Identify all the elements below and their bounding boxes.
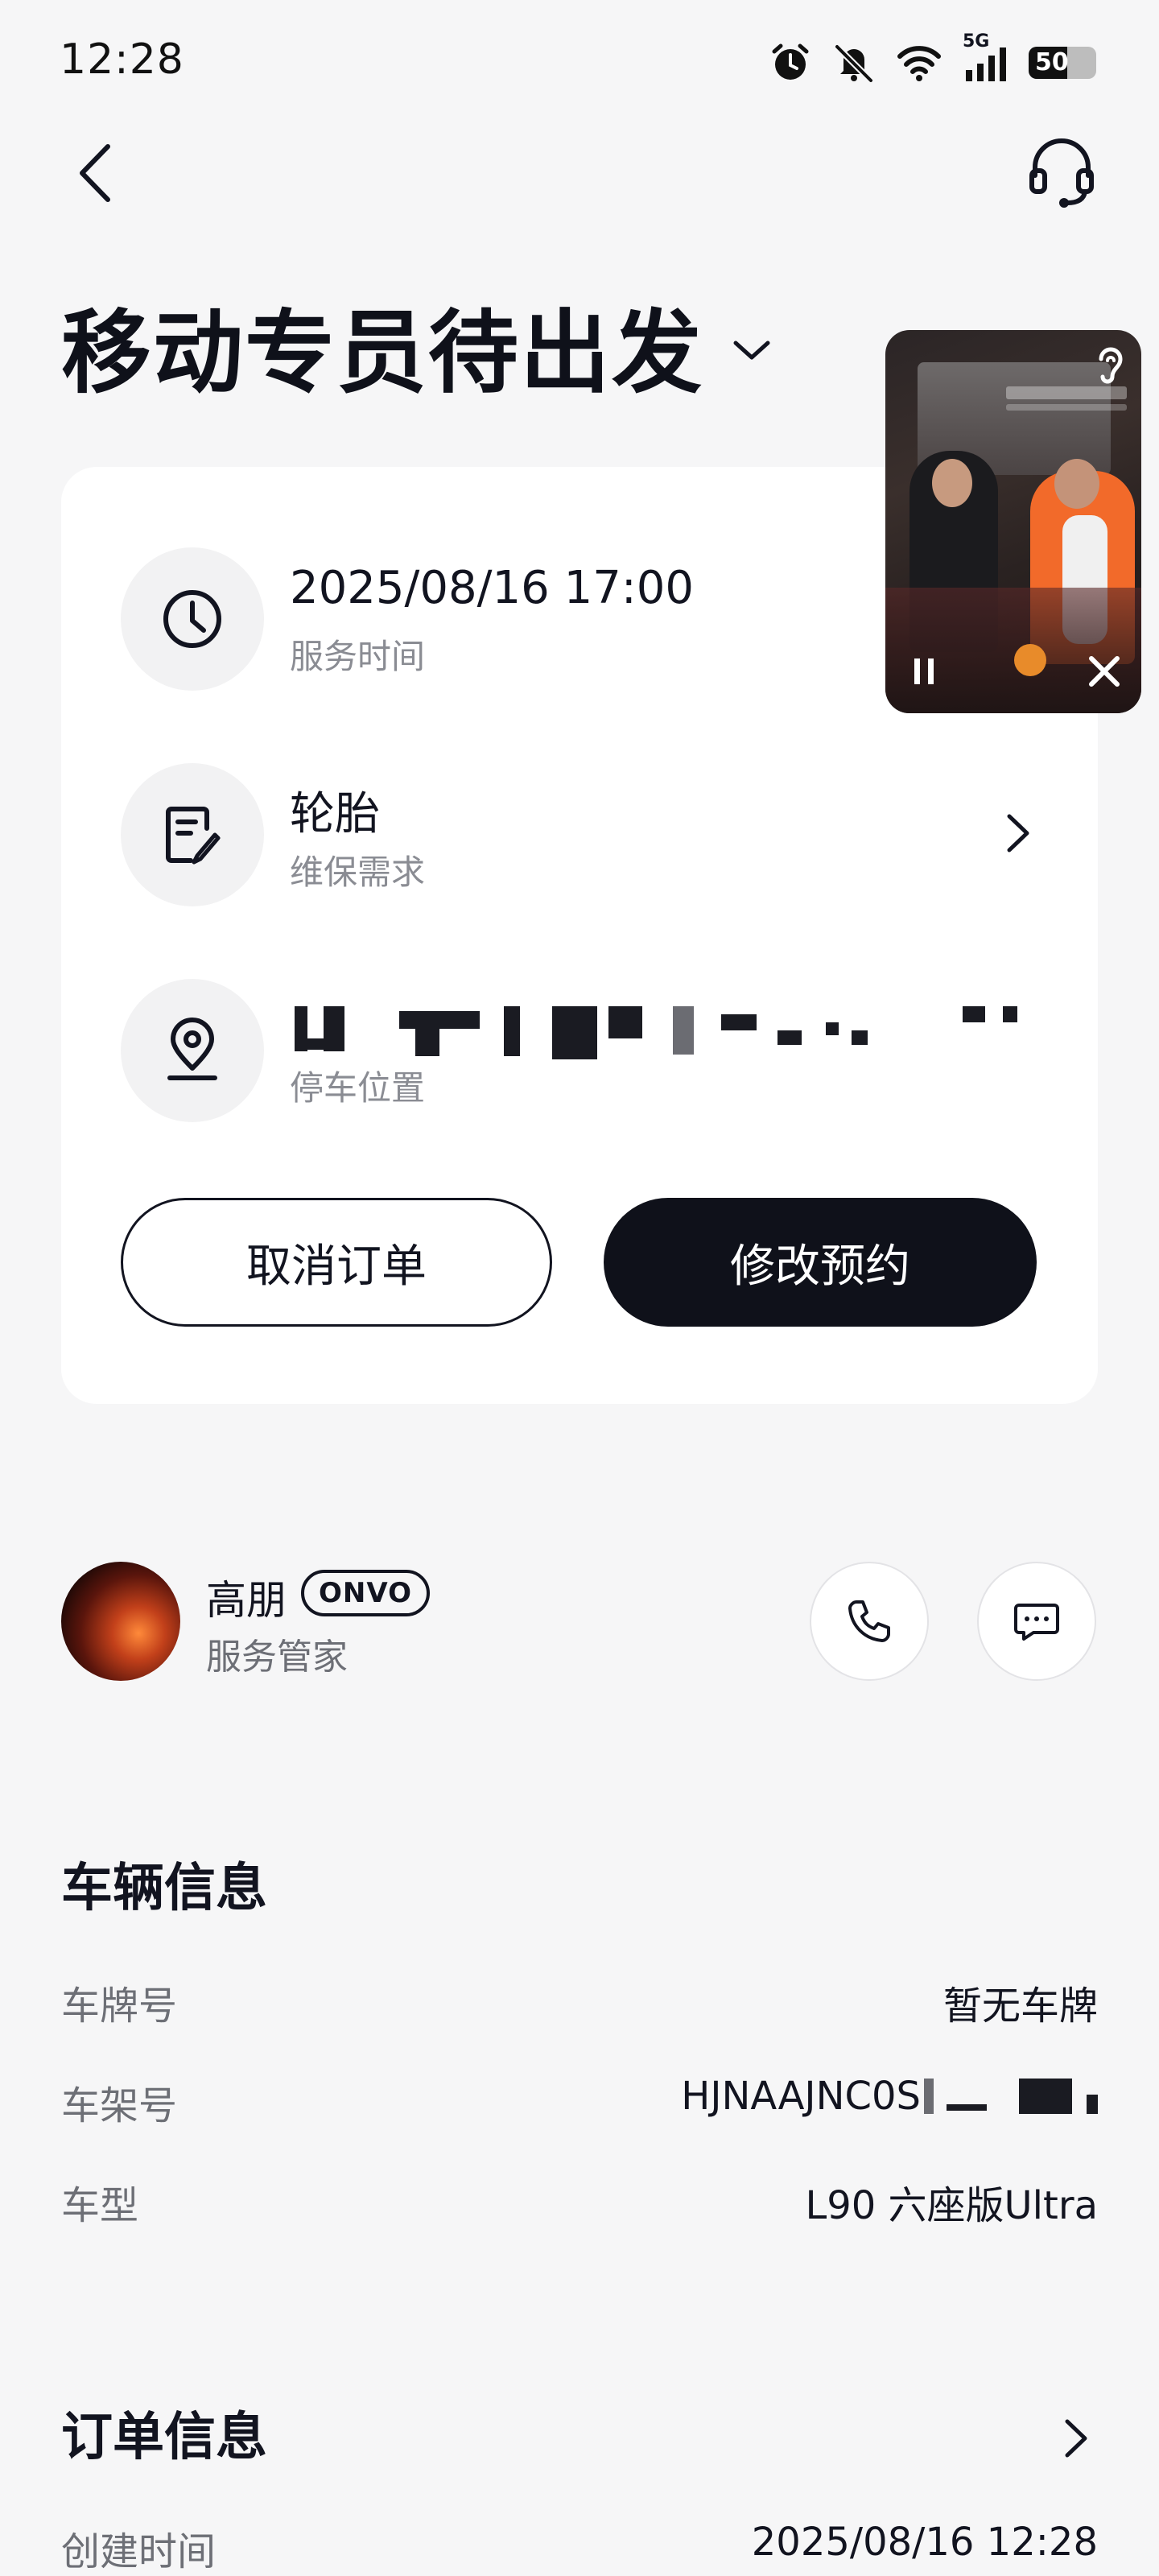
parking-location-redacted	[295, 1006, 1017, 1059]
vehicle-info-title: 车辆信息	[61, 1859, 267, 1918]
manager-name: 高朋	[206, 1577, 287, 1624]
phone-icon	[848, 1600, 890, 1642]
model-label: 车型	[61, 2183, 139, 2228]
back-button[interactable]	[68, 137, 124, 209]
avatar	[61, 1562, 180, 1681]
close-icon[interactable]	[1087, 654, 1122, 689]
service-time-label: 服务时间	[290, 637, 426, 676]
maintenance-demand-label: 维保需求	[290, 852, 426, 892]
order-info-title: 订单信息	[61, 2408, 267, 2467]
signal-icon: 5G	[963, 31, 1008, 83]
plate-label: 车牌号	[61, 1984, 178, 2029]
chevron-down-icon	[733, 341, 770, 360]
created-time-label: 创建时间	[61, 2529, 217, 2574]
back-arrow-icon	[80, 144, 110, 202]
status-icons: 5G 50	[769, 31, 1096, 84]
vin-redacted	[924, 2079, 934, 2114]
chevron-right-icon	[1065, 2419, 1087, 2458]
battery-level: 50	[1035, 48, 1069, 76]
model-value: L90 六座版Ultra	[805, 2183, 1098, 2228]
vin-value-wrap: HJNAAJNC0S	[681, 2074, 1098, 2119]
plate-value: 暂无车牌	[942, 1984, 1098, 2029]
call-manager-button[interactable]	[810, 1562, 929, 1681]
service-time-value: 2025/08/16 17:00	[290, 562, 694, 614]
pause-icon[interactable]	[908, 655, 940, 687]
clock-icon	[163, 590, 221, 648]
alarm-icon	[772, 43, 809, 80]
wifi-icon	[897, 46, 941, 81]
order-info-header[interactable]: 订单信息	[0, 2388, 1159, 2476]
parking-location-label: 停车位置	[290, 1068, 426, 1108]
vin-label: 车架号	[61, 2083, 178, 2128]
maintenance-demand-value: 轮胎	[290, 788, 380, 840]
created-time-value: 2025/08/16 12:28	[751, 2520, 1098, 2565]
ear-icon[interactable]	[1091, 341, 1128, 386]
chevron-right-icon	[1007, 814, 1029, 852]
battery-icon: 50	[1029, 47, 1096, 79]
page-title: 移动专员待出发	[61, 301, 703, 406]
mute-icon	[835, 44, 873, 83]
time-icon-circle	[121, 547, 264, 691]
location-pin-icon	[167, 1018, 217, 1080]
maintenance-demand-row[interactable]: 轮胎 维保需求	[61, 763, 1098, 906]
chat-icon	[1014, 1604, 1059, 1641]
floating-video-player[interactable]	[885, 330, 1141, 713]
vin-value: HJNAAJNC0S	[681, 2074, 921, 2119]
demand-icon-circle	[121, 763, 264, 906]
status-time: 12:28	[60, 35, 184, 84]
location-icon-circle	[121, 979, 264, 1122]
headset-icon	[1029, 138, 1094, 208]
message-manager-button[interactable]	[977, 1562, 1096, 1681]
manager-role: 服务管家	[206, 1637, 348, 1678]
brand-badge: ONVO	[301, 1570, 430, 1616]
modify-appointment-button[interactable]: 修改预约	[604, 1198, 1037, 1327]
customer-support-button[interactable]	[1027, 135, 1096, 208]
cancel-order-button[interactable]: 取消订单	[121, 1198, 552, 1327]
order-status-dropdown[interactable]: 移动专员待出发	[61, 280, 771, 411]
edit-note-icon	[166, 807, 221, 865]
